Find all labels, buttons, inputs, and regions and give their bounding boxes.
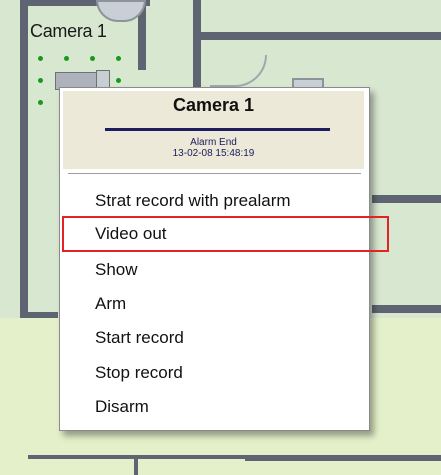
menu-title: Camera 1 xyxy=(172,95,255,115)
menu-item-show[interactable]: Show xyxy=(95,258,138,282)
camera-dot xyxy=(38,78,43,83)
camera-dot xyxy=(38,100,43,105)
menu-item-disarm[interactable]: Disarm xyxy=(95,395,149,419)
camera-context-menu: Camera 1 Alarm End 13-02-08 15:48:19 Str… xyxy=(59,87,389,431)
event-info: Alarm End 13-02-08 15:48:19 xyxy=(63,137,364,159)
wall xyxy=(372,305,441,313)
menu-separator xyxy=(68,173,361,175)
wall xyxy=(193,32,441,40)
wall xyxy=(20,312,58,318)
event-time: 13-02-08 15:48:19 xyxy=(172,148,255,159)
camera-dot xyxy=(64,56,69,61)
menu-item-start-record[interactable]: Start record xyxy=(95,326,184,350)
wall xyxy=(372,195,441,203)
title-underline xyxy=(105,128,330,131)
wall xyxy=(20,0,28,318)
menu-item-start-record-prealarm[interactable]: Strat record with prealarm xyxy=(95,189,291,213)
camera-dot xyxy=(38,56,43,61)
camera-dot xyxy=(90,56,95,61)
highlight-box-video-out xyxy=(62,216,389,252)
menu-item-arm[interactable]: Arm xyxy=(95,292,126,316)
camera-label: Camera 1 xyxy=(30,21,107,41)
wall xyxy=(245,457,441,461)
event-name: Alarm End xyxy=(190,137,237,148)
camera-dot xyxy=(116,78,121,83)
menu-item-stop-record[interactable]: Stop record xyxy=(95,361,183,385)
wall xyxy=(134,455,138,475)
camera-dot xyxy=(116,56,121,61)
menu-header: Camera 1 Alarm End 13-02-08 15:48:19 xyxy=(63,91,364,169)
